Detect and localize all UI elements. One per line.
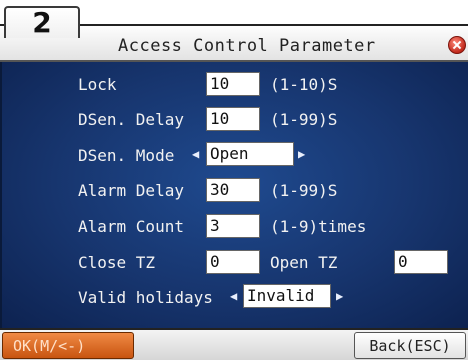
- alarm-delay-range: (1-99)S: [270, 181, 338, 200]
- window-title: Access Control Parameter: [118, 36, 376, 56]
- lock-range: (1-10)S: [270, 75, 338, 94]
- close-icon[interactable]: [448, 36, 466, 54]
- open-tz-input[interactable]: 0: [394, 250, 448, 274]
- valid-holidays-label: Valid holidays: [78, 288, 213, 307]
- alarm-count-label: Alarm Count: [78, 217, 184, 236]
- dsen-mode-label: DSen. Mode: [78, 146, 175, 165]
- dsen-mode-next-arrow-icon[interactable]: ▶: [298, 142, 305, 166]
- dsen-delay-label: DSen. Delay: [78, 110, 184, 129]
- alarm-count-range: (1-9)times: [270, 217, 367, 236]
- dsen-delay-input[interactable]: 10: [206, 107, 260, 131]
- valid-holidays-next-arrow-icon[interactable]: ▶: [336, 284, 343, 308]
- lock-input[interactable]: 10: [206, 72, 260, 96]
- parameter-panel: Lock 10 (1-10)S DSen. Delay 10 (1-99)S D…: [0, 62, 468, 328]
- alarm-delay-label: Alarm Delay: [78, 181, 184, 200]
- ok-button[interactable]: OK(M/<-): [2, 332, 134, 359]
- dsen-mode-select[interactable]: Open: [206, 142, 294, 166]
- bottom-bar: OK(M/<-) Back(ESC): [0, 328, 468, 360]
- valid-holidays-select[interactable]: Invalid: [243, 284, 331, 308]
- alarm-delay-input[interactable]: 30: [206, 178, 260, 202]
- back-button[interactable]: Back(ESC): [354, 332, 466, 359]
- lock-label: Lock: [78, 75, 117, 94]
- dsen-mode-prev-arrow-icon[interactable]: ◀: [192, 142, 199, 166]
- valid-holidays-prev-arrow-icon[interactable]: ◀: [230, 284, 237, 308]
- dsen-delay-range: (1-99)S: [270, 110, 338, 129]
- alarm-count-input[interactable]: 3: [206, 214, 260, 238]
- access-control-screen: Access Control Parameter 2 Lock 10 (1-10…: [0, 0, 468, 360]
- step-number-tab: 2: [4, 6, 80, 38]
- close-tz-label: Close TZ: [78, 253, 156, 272]
- open-tz-label: Open TZ: [270, 253, 338, 272]
- close-tz-input[interactable]: 0: [206, 250, 260, 274]
